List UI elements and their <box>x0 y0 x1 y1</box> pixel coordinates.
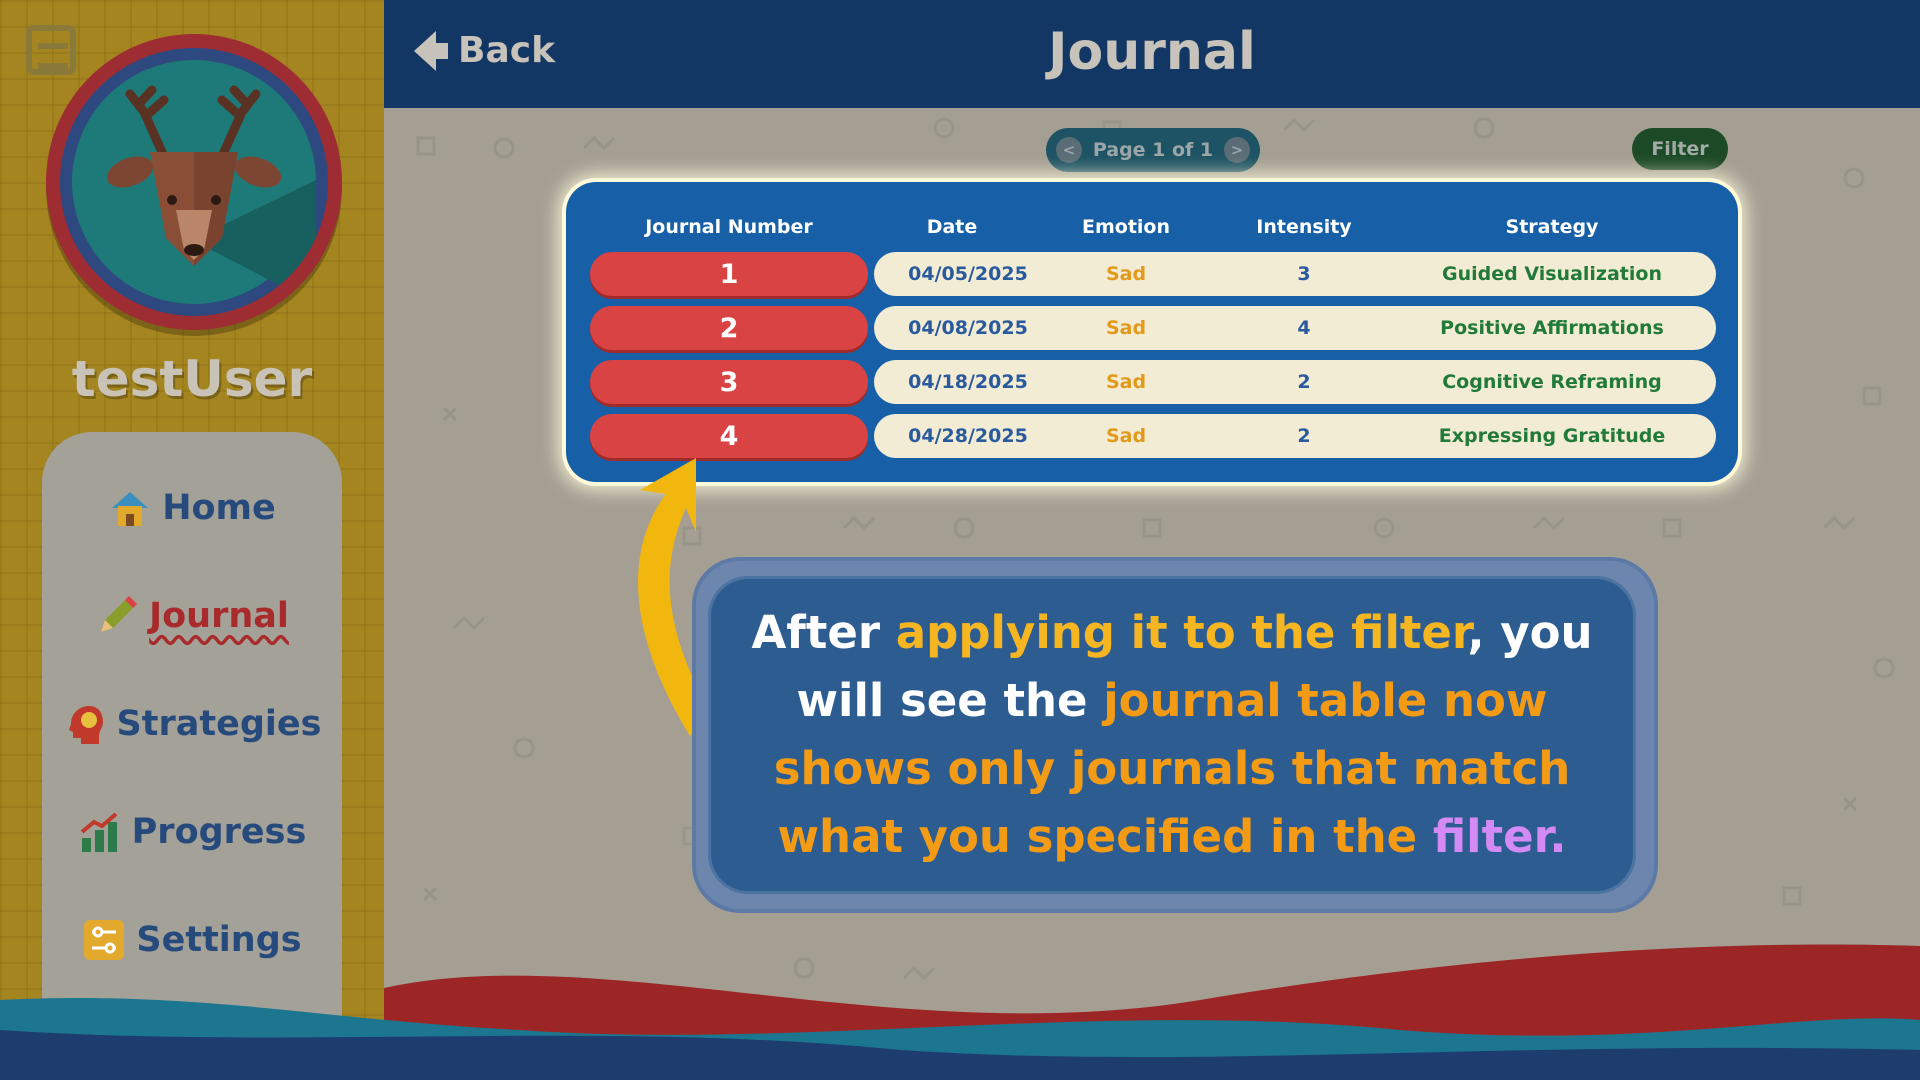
bar-chart-icon <box>80 812 117 852</box>
decorative-waves <box>0 944 1920 1080</box>
cell-emotion: Sad <box>1105 371 1147 393</box>
page-indicator: Page 1 of 1 <box>1092 139 1214 161</box>
nav-item-progress[interactable]: Progress <box>42 810 342 854</box>
journal-number-button[interactable]: 2 <box>590 306 868 350</box>
journal-number-button[interactable]: 1 <box>590 252 868 296</box>
column-header-strategy: Strategy <box>1505 216 1599 238</box>
home-icon <box>112 492 149 526</box>
nav-item-home[interactable]: Home <box>42 486 342 530</box>
cell-strategy: Expressing Gratitude <box>1438 425 1666 447</box>
cell-emotion: Sad <box>1105 263 1147 285</box>
username: testUser <box>71 350 313 408</box>
cell-intensity: 4 <box>1297 317 1311 339</box>
row-cells[interactable]: 04/08/2025 Sad 4 Positive Affirmations <box>874 306 1716 350</box>
column-header-date: Date <box>926 216 978 238</box>
table-row[interactable]: 1 04/05/2025 Sad 3 Guided Visualization <box>590 252 1716 296</box>
nav-item-strategies[interactable]: Strategies <box>42 702 342 746</box>
row-cells[interactable]: 04/05/2025 Sad 3 Guided Visualization <box>874 252 1716 296</box>
journal-table: Journal Number Date Emotion Intensity St… <box>566 182 1738 482</box>
pagination: < Page 1 of 1 > <box>1046 128 1260 172</box>
column-header-emotion: Emotion <box>1081 216 1170 238</box>
cell-intensity: 2 <box>1297 425 1311 447</box>
callout-text-1: After <box>751 606 896 659</box>
pencil-icon <box>101 596 138 632</box>
tutorial-callout: After applying it to the filter, you wil… <box>708 576 1636 894</box>
table-row[interactable]: 2 04/08/2025 Sad 4 Positive Affirmations <box>590 306 1716 350</box>
logout-icon[interactable] <box>26 25 76 75</box>
column-header-journal-number: Journal Number <box>645 216 813 238</box>
cell-intensity: 3 <box>1297 263 1311 285</box>
cell-strategy: Cognitive Reframing <box>1442 371 1662 393</box>
deer-icon <box>106 85 316 304</box>
column-header-intensity: Intensity <box>1256 216 1352 238</box>
cell-intensity: 2 <box>1297 371 1311 393</box>
next-page-button[interactable]: > <box>1223 137 1250 163</box>
callout-highlight-filter-word: filter. <box>1432 810 1567 863</box>
avatar <box>46 34 342 330</box>
cell-strategy: Guided Visualization <box>1442 263 1662 285</box>
filter-button[interactable]: Filter <box>1632 128 1728 170</box>
prev-page-button[interactable]: < <box>1056 137 1082 163</box>
nav-item-journal[interactable]: Journal <box>42 594 342 638</box>
row-cells[interactable]: 04/28/2025 Sad 2 Expressing Gratitude <box>874 414 1716 458</box>
header: Back Journal <box>384 0 1920 108</box>
journal-number-button[interactable]: 3 <box>590 360 868 404</box>
table-header: Journal Number Date Emotion Intensity St… <box>566 216 1738 246</box>
cell-emotion: Sad <box>1105 317 1147 339</box>
table-row[interactable]: 3 04/18/2025 Sad 2 Cognitive Reframing <box>590 360 1716 404</box>
cell-strategy: Positive Affirmations <box>1440 317 1664 339</box>
tutorial-text: After applying it to the filter, you wil… <box>748 599 1596 871</box>
callout-highlight-filter: applying it to the filter <box>895 606 1468 659</box>
page-title: Journal <box>1048 22 1256 82</box>
table-row[interactable]: 4 04/28/2025 Sad 2 Expressing Gratitude <box>590 414 1716 458</box>
head-icon <box>68 706 103 744</box>
sidebar: testUser Home Journal Strategies Progres… <box>0 0 384 1080</box>
row-cells[interactable]: 04/18/2025 Sad 2 Cognitive Reframing <box>874 360 1716 404</box>
cell-emotion: Sad <box>1105 425 1147 447</box>
